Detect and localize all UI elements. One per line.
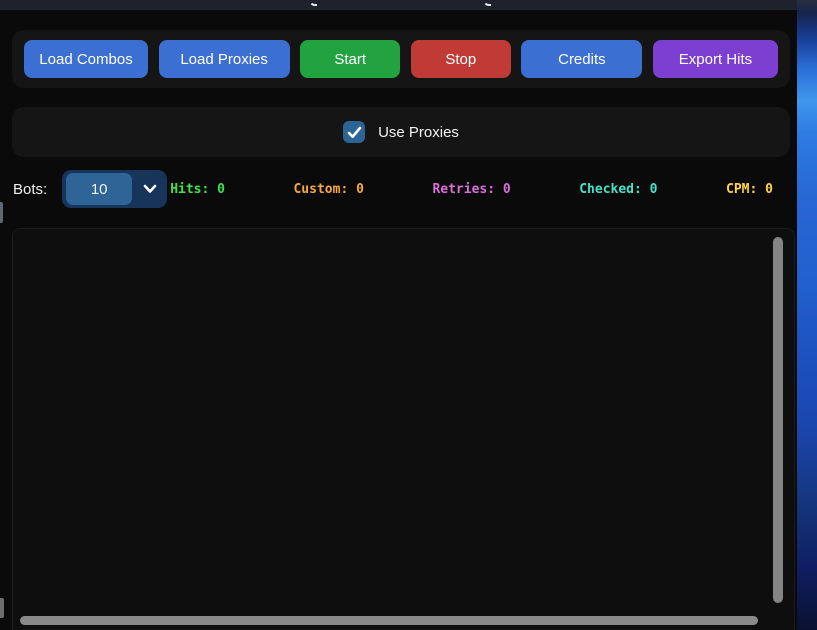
- stat-retries: Retries: 0: [432, 181, 511, 197]
- use-proxies-panel: Use Proxies: [12, 107, 790, 157]
- credits-button[interactable]: Credits: [521, 40, 643, 78]
- stat-cpm-value: 0: [765, 181, 773, 197]
- load-proxies-button[interactable]: Load Proxies: [158, 40, 290, 78]
- stat-hits-value: 0: [217, 181, 225, 197]
- stat-hits: Hits: 0: [170, 181, 225, 197]
- bots-select[interactable]: 10: [62, 170, 168, 208]
- background-window-sliver: [0, 202, 3, 223]
- use-proxies-checkbox[interactable]: [343, 121, 366, 143]
- stat-checked-value: 0: [649, 181, 658, 197]
- desktop-wallpaper: [797, 0, 817, 630]
- stats-row: Bots: 10 Hits: 0 Custom: 0 Retries: 0 Ch…: [0, 163, 797, 215]
- titlebar-text-clipped: [483, 0, 491, 6]
- chevron-down-icon: [142, 182, 158, 196]
- start-button[interactable]: Start: [300, 40, 401, 78]
- stat-custom: Custom: 0: [293, 181, 364, 197]
- stats-group: Hits: 0 Custom: 0 Retries: 0 Checked: 0 …: [170, 182, 773, 197]
- window-titlebar[interactable]: [0, 0, 797, 10]
- background-window-sliver: [0, 598, 4, 618]
- toolbar-panel: Load Combos Load Proxies Start Stop Cred…: [12, 30, 790, 88]
- titlebar-text-clipped: [309, 0, 317, 6]
- horizontal-scrollbar-thumb[interactable]: [20, 616, 758, 625]
- vertical-scrollbar-thumb[interactable]: [773, 237, 783, 603]
- use-proxies-label: Use Proxies: [378, 123, 459, 141]
- stat-custom-value: 0: [356, 181, 364, 197]
- bots-label: Bots:: [13, 180, 48, 198]
- screen: Load Combos Load Proxies Start Stop Cred…: [0, 0, 817, 630]
- log-output[interactable]: [12, 228, 795, 630]
- check-icon: [347, 126, 361, 138]
- bots-select-value: 10: [66, 173, 133, 205]
- stop-button[interactable]: Stop: [410, 40, 511, 78]
- stat-checked: Checked: 0: [579, 181, 658, 197]
- export-hits-button[interactable]: Export Hits: [652, 40, 778, 78]
- stat-cpm: CPM: 0: [726, 181, 773, 197]
- stat-retries-value: 0: [502, 181, 511, 197]
- load-combos-button[interactable]: Load Combos: [24, 40, 148, 78]
